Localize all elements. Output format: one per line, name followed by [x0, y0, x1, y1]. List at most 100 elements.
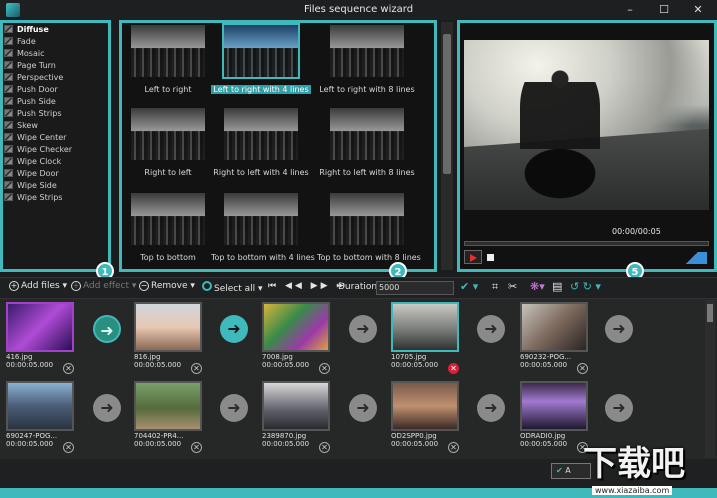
transition-thumbnail	[222, 23, 300, 79]
transition-item[interactable]: Left to right	[118, 25, 218, 96]
apply-check-icon[interactable]: ✔ ▾	[460, 280, 478, 293]
effect-item[interactable]: Push Side	[4, 96, 56, 108]
effect-item[interactable]: Wipe Center	[4, 132, 66, 144]
window-title: Files sequence wizard	[303, 4, 414, 15]
timeline-thumbnail[interactable]	[520, 381, 588, 431]
file-name: 2389870.jpg	[262, 432, 307, 440]
timeline-item[interactable]: 7008.jpg 00:00:05.000 ✕	[262, 302, 330, 374]
transition-item[interactable]: Left to right with 8 lines	[317, 25, 417, 96]
transition-arrow-icon[interactable]: ➜	[93, 315, 121, 343]
preview-seekbar[interactable]	[464, 241, 709, 246]
timeline-item[interactable]: 10705.jpg 00:00:05.000 ✕	[391, 302, 459, 374]
timeline-item[interactable]: 416.jpg 00:00:05.000 ✕	[6, 302, 74, 374]
rotate-icons[interactable]: ↺ ↻ ▾	[570, 280, 601, 293]
effect-icon	[4, 169, 13, 177]
effect-item[interactable]: Fade	[4, 36, 36, 48]
effect-item[interactable]: Wipe Side	[4, 180, 57, 192]
transition-item[interactable]: Right to left with 8 lines	[317, 108, 417, 179]
transition-item[interactable]: Right to left	[118, 108, 218, 179]
effect-label: Fade	[17, 37, 36, 46]
remove-item-icon[interactable]: ✕	[63, 363, 74, 374]
transitions-scrollbar-thumb[interactable]	[443, 34, 451, 174]
navigation-buttons[interactable]: ⏮ ◀◀ ▶▶ ⏭	[268, 281, 347, 291]
timeline-thumbnail[interactable]	[391, 381, 459, 431]
effect-item[interactable]: Wipe Strips	[4, 192, 62, 204]
select-all-button[interactable]: Select all ▾	[202, 281, 263, 294]
timeline-thumbnail[interactable]	[520, 302, 588, 352]
effect-item[interactable]: Wipe Checker	[4, 144, 72, 156]
transition-arrow-icon[interactable]: ➜	[349, 315, 377, 343]
transition-item[interactable]: Top to bottom with 8 lines	[317, 193, 421, 264]
remove-item-icon[interactable]: ✕	[191, 442, 202, 453]
effect-item[interactable]: Push Strips	[4, 108, 62, 120]
timeline-item[interactable]: 704402-PR4... 00:00:05.000 ✕	[134, 381, 202, 453]
effect-label: Push Side	[17, 97, 56, 106]
add-effect-button[interactable]: + Add effect ▾	[71, 281, 136, 291]
stop-button[interactable]	[487, 254, 494, 261]
maximize-button[interactable]: ☐	[649, 0, 679, 20]
remove-item-icon[interactable]: ✕	[63, 442, 74, 453]
remove-item-icon[interactable]: ✕	[319, 363, 330, 374]
timeline-thumbnail[interactable]	[6, 381, 74, 431]
timeline-item[interactable]: 690247-POG... 00:00:05.000 ✕	[6, 381, 74, 453]
add-files-button[interactable]: + Add files ▾	[9, 281, 67, 291]
timeline-thumbnail[interactable]	[134, 381, 202, 431]
play-button[interactable]	[464, 250, 482, 264]
timeline-thumbnail[interactable]	[134, 302, 202, 352]
remove-item-icon[interactable]: ✕	[319, 442, 330, 453]
transition-item[interactable]: Top to bottom with 4 lines	[211, 193, 315, 264]
remove-item-icon[interactable]: ✕	[448, 442, 459, 453]
transition-thumbnail	[224, 108, 298, 160]
remove-item-icon[interactable]: ✕	[191, 363, 202, 374]
close-button[interactable]: ✕	[683, 0, 713, 20]
transition-label: Right to left	[144, 168, 192, 177]
transition-arrow-icon[interactable]: ➜	[477, 394, 505, 422]
effect-icon	[4, 37, 13, 45]
remove-item-icon[interactable]: ✕	[448, 363, 459, 374]
file-name: 816.jpg	[134, 353, 161, 361]
transition-label: Right to left with 8 lines	[319, 168, 415, 177]
transition-arrow-icon[interactable]: ➜	[93, 394, 121, 422]
effect-item[interactable]: Push Door	[4, 84, 58, 96]
crop-icon[interactable]: ⌗	[492, 280, 498, 294]
scissors-icon[interactable]: ✂	[508, 280, 517, 293]
transition-arrow-icon[interactable]: ➜	[220, 315, 248, 343]
volume-control[interactable]	[677, 252, 707, 264]
timeline-thumbnail[interactable]	[262, 302, 330, 352]
timeline-item[interactable]: 690232-POG... 00:00:05.000 ✕	[520, 302, 588, 374]
watermark-logo: 下载吧	[583, 444, 685, 484]
check-icon: ✔	[556, 466, 563, 475]
effect-item[interactable]: Perspective	[4, 72, 63, 84]
effect-item[interactable]: Wipe Clock	[4, 156, 61, 168]
effect-item[interactable]: Skew	[4, 120, 38, 132]
timeline-scrollbar[interactable]	[705, 300, 715, 458]
transition-item[interactable]: Right to left with 4 lines	[211, 108, 311, 179]
effect-item[interactable]: Mosaic	[4, 48, 45, 60]
transition-arrow-icon[interactable]: ➜	[477, 315, 505, 343]
effect-item[interactable]: Wipe Door	[4, 168, 59, 180]
timeline-thumbnail[interactable]	[262, 381, 330, 431]
transition-item[interactable]: Left to right with 4 lines	[211, 23, 311, 96]
timeline-item[interactable]: 816.jpg 00:00:05.000 ✕	[134, 302, 202, 374]
timeline-item[interactable]: ODRADI0.jpg 00:00:05.000 ✕	[520, 381, 588, 453]
copy-icon[interactable]: ▤	[552, 280, 562, 293]
effect-item[interactable]: Page Turn	[4, 60, 56, 72]
timeline-thumbnail[interactable]	[6, 302, 74, 352]
transition-arrow-icon[interactable]: ➜	[220, 394, 248, 422]
timeline-scrollbar-thumb[interactable]	[707, 304, 713, 322]
remove-button[interactable]: − Remove ▾	[139, 281, 195, 291]
transition-arrow-icon[interactable]: ➜	[605, 315, 633, 343]
timeline-thumbnail[interactable]	[391, 302, 459, 352]
color-icon[interactable]: ❋▾	[530, 280, 545, 293]
select-all-label: Select all	[214, 284, 256, 294]
transition-arrow-icon[interactable]: ➜	[605, 394, 633, 422]
effect-item[interactable]: Diffuse	[4, 24, 49, 36]
timeline-item[interactable]: OD2SPP0.jpg 00:00:05.000 ✕	[391, 381, 459, 453]
duration-input[interactable]: 5000	[376, 281, 454, 295]
minimize-button[interactable]: –	[615, 0, 645, 20]
transition-item[interactable]: Top to bottom	[118, 193, 218, 264]
effect-label: Wipe Center	[17, 133, 67, 142]
timeline-item[interactable]: 2389870.jpg 00:00:05.000 ✕	[262, 381, 330, 453]
transition-arrow-icon[interactable]: ➜	[349, 394, 377, 422]
remove-item-icon[interactable]: ✕	[577, 363, 588, 374]
